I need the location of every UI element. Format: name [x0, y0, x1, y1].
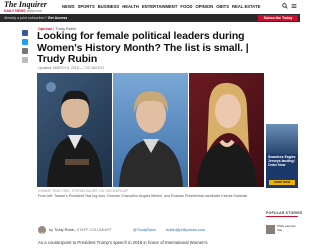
updated-timestamp: Updated: MARCH 8, 2018 — 7:07 AM EST — [38, 66, 105, 70]
subscribe-button[interactable]: Subscribe Today — [258, 15, 298, 21]
nav-sports[interactable]: SPORTS — [78, 4, 95, 9]
menu-icon[interactable] — [291, 3, 297, 9]
photo-credit: CHIANG YING-YING, STEFAN SAUER, DU HOCK/… — [38, 189, 129, 193]
author-name[interactable]: by Trudy Rubin, — [49, 228, 76, 232]
nav-obits[interactable]: OBITS — [216, 4, 229, 9]
nav-entertainment[interactable]: ENTERTAINMENT — [142, 4, 178, 9]
nav-news[interactable]: NEWS — [62, 4, 75, 9]
subscriber-alert-bar: Already a print subscriber? Get Access S… — [0, 14, 300, 22]
photo-angela-merkel — [113, 73, 188, 187]
author-byline: by Trudy Rubin, STAFF COLUMNIST — [49, 228, 112, 232]
site-header: The Inquirer DAILY NEWS philly.com NEWS … — [0, 0, 300, 14]
photo-tsai-ing-wen — [37, 73, 112, 187]
alert-prefix: Already a print subscriber? — [4, 16, 47, 20]
author-email-link[interactable]: trubin@phillynews.com — [166, 228, 205, 232]
popular-divider — [266, 216, 298, 217]
photo-ksenia-sobchak — [189, 73, 264, 187]
author-twitter-link[interactable]: @TrudyRubin — [133, 228, 156, 232]
search-icon[interactable] — [282, 3, 288, 9]
nav-health[interactable]: HEALTH — [122, 4, 139, 9]
comment-icon[interactable] — [22, 57, 28, 63]
article-photo-strip — [37, 73, 264, 187]
main-nav: NEWS SPORTS BUSINESS HEALTH ENTERTAINMEN… — [62, 4, 260, 9]
get-access-link[interactable]: Get Access — [48, 16, 67, 20]
email-icon[interactable] — [22, 48, 28, 54]
popular-story-thumbnail — [266, 225, 275, 234]
nav-real-estate[interactable]: REAL ESTATE — [232, 4, 260, 9]
site-logo[interactable]: The Inquirer — [4, 1, 47, 9]
nav-opinion[interactable]: OPINION — [196, 4, 214, 9]
ad-text: Seamless Eagles Jerseys landing! Order N… — [268, 155, 296, 167]
article-headline: Looking for female political leaders dur… — [37, 30, 249, 65]
logo-subtitle: DAILY NEWS philly.com — [4, 9, 42, 13]
share-buttons — [22, 30, 29, 66]
photo-caption: From left: Taiwan's President Tsai Ing-w… — [38, 194, 248, 198]
popular-story-item[interactable]: Philly eateries that — [266, 224, 298, 239]
alert-text: Already a print subscriber? Get Access — [4, 16, 67, 20]
ad-shop-button[interactable]: SHOP NOW — [269, 180, 295, 185]
twitter-icon[interactable] — [22, 39, 28, 45]
nav-business[interactable]: BUSINESS — [98, 4, 119, 9]
popular-story-title: Philly eateries that — [277, 224, 296, 232]
article-body-first-line: As a counterpoint to President Trump's s… — [38, 240, 208, 245]
popular-stories-heading: POPULAR STORIES — [266, 211, 303, 215]
byline-row: by Trudy Rubin, STAFF COLUMNIST @TrudyRu… — [38, 226, 263, 234]
logo-subtitle-site: philly.com — [26, 9, 42, 13]
nav-food[interactable]: FOOD — [180, 4, 192, 9]
sidebar-ad[interactable]: Seamless Eagles Jerseys landing! Order N… — [266, 124, 298, 188]
facebook-icon[interactable] — [22, 30, 28, 36]
author-avatar — [38, 226, 46, 234]
ad-image — [266, 124, 298, 154]
author-role: STAFF COLUMNIST — [76, 228, 112, 232]
logo-subtitle-brand: DAILY NEWS — [4, 9, 26, 13]
